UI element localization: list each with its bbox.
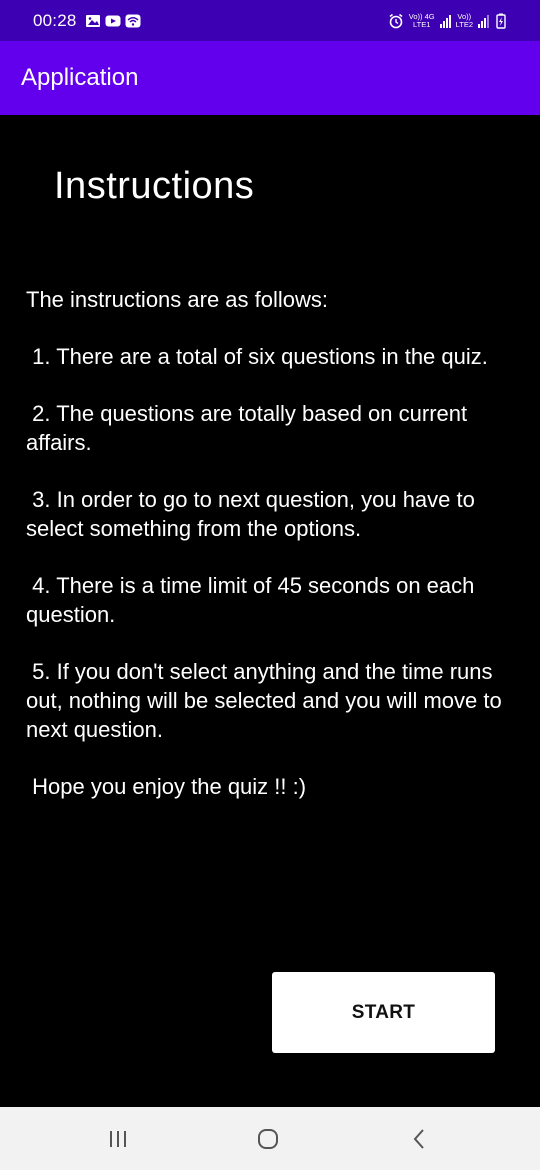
wifi-icon	[125, 14, 141, 27]
alarm-icon	[389, 13, 403, 28]
instruction-item: 1. There are a total of six questions in…	[26, 344, 488, 369]
battery-charging-icon	[496, 13, 506, 29]
back-icon[interactable]	[408, 1127, 432, 1151]
app-bar: Application	[0, 41, 540, 115]
home-icon[interactable]	[256, 1127, 280, 1151]
status-bar: 00:28 Vo)) 4G LTE1 Vo)) LTE2	[0, 0, 540, 41]
signal-icon	[478, 14, 489, 28]
instructions-intro: The instructions are as follows:	[26, 287, 329, 312]
gallery-icon	[85, 14, 100, 27]
signal-icon	[439, 14, 451, 28]
recent-apps-icon[interactable]	[106, 1127, 130, 1151]
status-left-icons	[85, 14, 141, 28]
instruction-item: 3. In order to go to next question, you …	[26, 487, 481, 541]
instruction-item: 2. The questions are totally based on cu…	[26, 401, 474, 455]
page-title: Instructions	[54, 165, 255, 207]
sim2-network-label: Vo)) LTE2	[455, 11, 473, 29]
youtube-icon	[105, 15, 121, 26]
status-right-icons: Vo)) 4G LTE1 Vo)) LTE2	[388, 11, 508, 29]
instruction-item: 4. There is a time limit of 45 seconds o…	[26, 573, 481, 627]
sim1-network-label: Vo)) 4G LTE1	[408, 11, 435, 29]
status-time: 00:28	[33, 10, 77, 30]
instructions-screen: Instructions The instructions are as fol…	[0, 115, 540, 1107]
app-title: Application	[21, 64, 139, 91]
start-button[interactable]: START	[272, 972, 495, 1053]
instructions-closing: Hope you enjoy the quiz !! :)	[26, 774, 307, 799]
system-nav-bar	[0, 1107, 540, 1170]
instruction-item: 5. If you don't select anything and the …	[26, 659, 508, 742]
instructions-text: The instructions are as follows: 1. Ther…	[26, 285, 516, 829]
